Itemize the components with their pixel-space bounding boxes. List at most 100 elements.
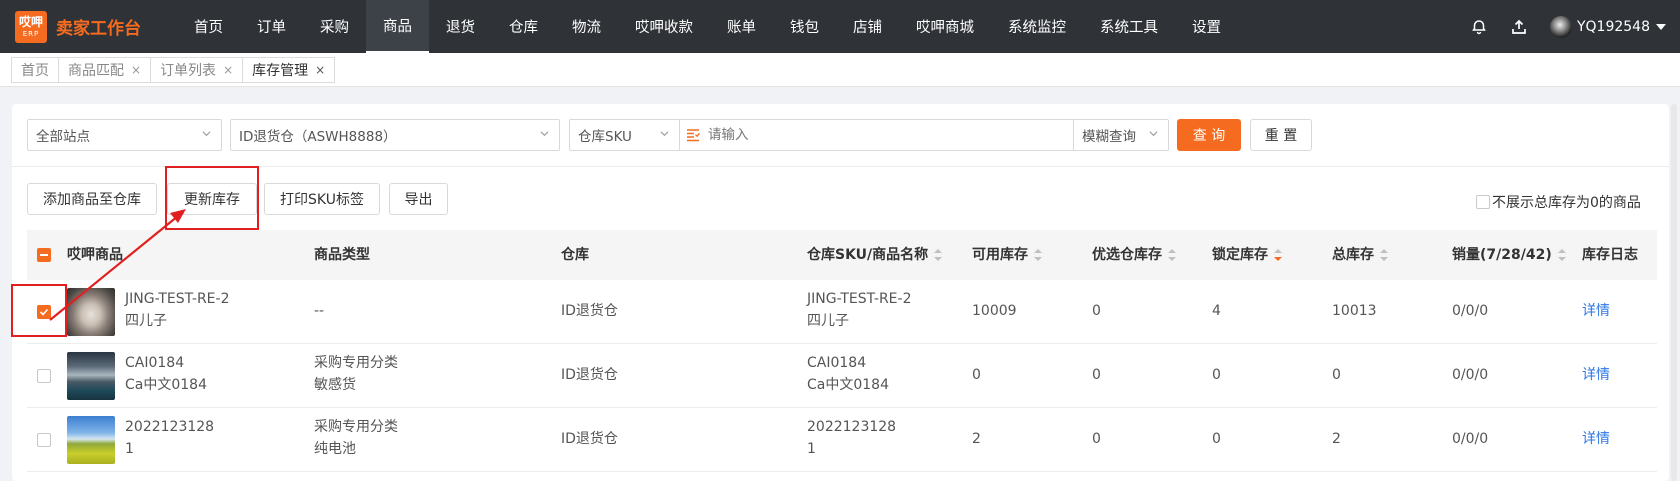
top-navbar: 哎呷 ERP 卖家工作台 首页 订单 采购 商品 退货 仓库 物流 哎呷收款 账… bbox=[0, 0, 1680, 53]
col-sales[interactable]: 销量(7/28/42) bbox=[1452, 244, 1566, 266]
stock-log-link[interactable]: 详情 bbox=[1582, 300, 1610, 322]
product-name: 1 bbox=[125, 441, 134, 457]
close-icon[interactable]: × bbox=[315, 63, 325, 77]
table-row[interactable]: 2022123128 1 采购专用分类 纯电池 ID退货仓 2022123128 1 … bbox=[27, 408, 1657, 472]
site-select[interactable]: 全部站点 bbox=[27, 119, 222, 151]
sort-icon[interactable] bbox=[1380, 249, 1388, 261]
product-thumbnail[interactable] bbox=[67, 288, 115, 336]
nav-orders[interactable]: 订单 bbox=[240, 0, 303, 53]
export-button[interactable]: 导出 bbox=[389, 183, 448, 215]
tab-product-match[interactable]: 商品匹配 × bbox=[58, 56, 151, 83]
col-total[interactable]: 总库存 bbox=[1332, 244, 1388, 266]
nav-warehouse[interactable]: 仓库 bbox=[492, 0, 555, 53]
nav-home[interactable]: 首页 bbox=[177, 0, 240, 53]
search-field-select[interactable]: 仓库SKU bbox=[569, 119, 679, 151]
hide-zero-checkbox[interactable] bbox=[1476, 195, 1490, 209]
nav-logistics[interactable]: 物流 bbox=[555, 0, 618, 53]
hide-zero-stock-toggle[interactable]: 不展示总库存为0的商品 bbox=[1476, 192, 1641, 212]
total-stock: 0 bbox=[1332, 367, 1341, 383]
batch-list-icon[interactable] bbox=[686, 128, 700, 142]
notification-bell-icon[interactable] bbox=[1470, 18, 1488, 36]
match-mode-value: 模糊查询 bbox=[1082, 129, 1136, 145]
site-select-value: 全部站点 bbox=[36, 129, 90, 145]
nav-tools[interactable]: 系统工具 bbox=[1083, 0, 1175, 53]
product-type: 采购专用分类 bbox=[314, 355, 398, 371]
nav-monitoring[interactable]: 系统监控 bbox=[991, 0, 1083, 53]
col-locked[interactable]: 锁定库存 bbox=[1212, 244, 1282, 266]
product-code: JING-TEST-RE-2 bbox=[125, 291, 230, 307]
sort-icon[interactable] bbox=[1034, 249, 1042, 261]
nav-stores[interactable]: 店铺 bbox=[836, 0, 899, 53]
sort-icon[interactable] bbox=[1168, 249, 1176, 261]
table-row[interactable]: JING-TEST-RE-2 四儿子 -- ID退货仓 JING-TEST-RE-… bbox=[27, 280, 1657, 344]
close-icon[interactable]: × bbox=[223, 63, 233, 77]
col-locked-label: 锁定库存 bbox=[1212, 247, 1268, 263]
product-type: 采购专用分类 bbox=[314, 419, 398, 435]
nav-bills[interactable]: 账单 bbox=[710, 0, 773, 53]
chevron-down-icon bbox=[540, 131, 549, 137]
col-sku[interactable]: 仓库SKU/商品名称 bbox=[807, 244, 943, 266]
col-available[interactable]: 可用库存 bbox=[972, 244, 1042, 266]
warehouse-name: ID退货仓 bbox=[561, 303, 618, 319]
stock-log-link[interactable]: 详情 bbox=[1582, 428, 1610, 450]
user-menu[interactable]: YQ192548 bbox=[1549, 15, 1666, 38]
upload-icon[interactable] bbox=[1510, 18, 1528, 36]
tab-inventory[interactable]: 库存管理 × bbox=[242, 56, 336, 83]
warehouse-select-value: ID退货仓（ASWH8888） bbox=[239, 129, 397, 145]
col-total-label: 总库存 bbox=[1332, 247, 1374, 263]
product-name-cell: 2022123128 1 bbox=[125, 416, 214, 460]
col-preferred[interactable]: 优选仓库存 bbox=[1092, 244, 1176, 266]
nav-wallet[interactable]: 钱包 bbox=[773, 0, 836, 53]
product-thumbnail[interactable] bbox=[67, 416, 115, 464]
chevron-down-icon bbox=[202, 131, 211, 137]
inventory-panel: 全部站点 ID退货仓（ASWH8888） 仓库SKU 模糊查询 查 询 重 置 … bbox=[12, 104, 1669, 481]
table-row[interactable]: CAI0184 Ca中文0184 采购专用分类 敏感货 ID退货仓 CAI0184 C… bbox=[27, 344, 1657, 408]
product-thumbnail[interactable] bbox=[67, 352, 115, 400]
match-mode-select[interactable]: 模糊查询 bbox=[1073, 119, 1169, 151]
sort-desc-active-icon[interactable] bbox=[1274, 249, 1282, 261]
tab-order-list[interactable]: 订单列表 × bbox=[150, 56, 243, 83]
nav-mall[interactable]: 哎呷商城 bbox=[899, 0, 991, 53]
warehouse-name: ID退货仓 bbox=[561, 367, 618, 383]
sku-name: Ca中文0184 bbox=[807, 377, 889, 393]
sku-name: 1 bbox=[807, 441, 816, 457]
add-to-warehouse-button[interactable]: 添加商品至仓库 bbox=[27, 183, 157, 215]
nav-products[interactable]: 商品 bbox=[366, 0, 429, 53]
reset-button[interactable]: 重 置 bbox=[1250, 119, 1312, 151]
nav-settings[interactable]: 设置 bbox=[1175, 0, 1238, 53]
print-sku-label-button[interactable]: 打印SKU标签 bbox=[264, 183, 380, 215]
select-all-checkbox[interactable] bbox=[37, 248, 51, 262]
nav-returns[interactable]: 退货 bbox=[429, 0, 492, 53]
close-icon[interactable]: × bbox=[131, 63, 141, 77]
vertical-scrollbar[interactable] bbox=[1671, 104, 1677, 481]
sort-icon[interactable] bbox=[934, 249, 943, 261]
product-subtype: 纯电池 bbox=[314, 441, 356, 457]
page-tabs: 首页 商品匹配 × 订单列表 × 库存管理 × bbox=[0, 53, 1680, 87]
stock-log-link[interactable]: 详情 bbox=[1582, 364, 1610, 386]
col-product: 哎呷商品 bbox=[67, 247, 123, 263]
inventory-table: 哎呷商品 商品类型 仓库 仓库SKU/商品名称 可用库存 优选仓库存 锁定库存 … bbox=[27, 230, 1657, 472]
chevron-down-icon bbox=[1149, 131, 1158, 137]
brand[interactable]: 哎呷 ERP 卖家工作台 bbox=[15, 10, 165, 43]
sku-cell: CAI0184 Ca中文0184 bbox=[807, 352, 889, 396]
preferred-stock: 0 bbox=[1092, 431, 1101, 447]
available-stock: 2 bbox=[972, 431, 981, 447]
available-stock: 0 bbox=[972, 367, 981, 383]
row-checkbox[interactable] bbox=[37, 369, 51, 383]
warehouse-select[interactable]: ID退货仓（ASWH8888） bbox=[230, 119, 560, 151]
search-text-input[interactable] bbox=[708, 127, 1048, 143]
tab-home[interactable]: 首页 bbox=[11, 56, 58, 83]
product-name: Ca中文0184 bbox=[125, 377, 207, 393]
product-name-cell: JING-TEST-RE-2 四儿子 bbox=[125, 288, 229, 332]
product-name: 四儿子 bbox=[125, 313, 167, 329]
query-button[interactable]: 查 询 bbox=[1177, 119, 1241, 151]
search-input[interactable] bbox=[679, 119, 1074, 151]
hide-zero-label: 不展示总库存为0的商品 bbox=[1492, 195, 1641, 211]
sort-icon[interactable] bbox=[1557, 249, 1566, 261]
product-code: 2022123128 bbox=[125, 419, 215, 435]
nav-payments[interactable]: 哎呷收款 bbox=[618, 0, 710, 53]
search-field-value: 仓库SKU bbox=[578, 129, 632, 145]
logo-top-text: 哎呷 bbox=[18, 14, 43, 29]
nav-purchase[interactable]: 采购 bbox=[303, 0, 366, 53]
row-checkbox[interactable] bbox=[37, 433, 51, 447]
